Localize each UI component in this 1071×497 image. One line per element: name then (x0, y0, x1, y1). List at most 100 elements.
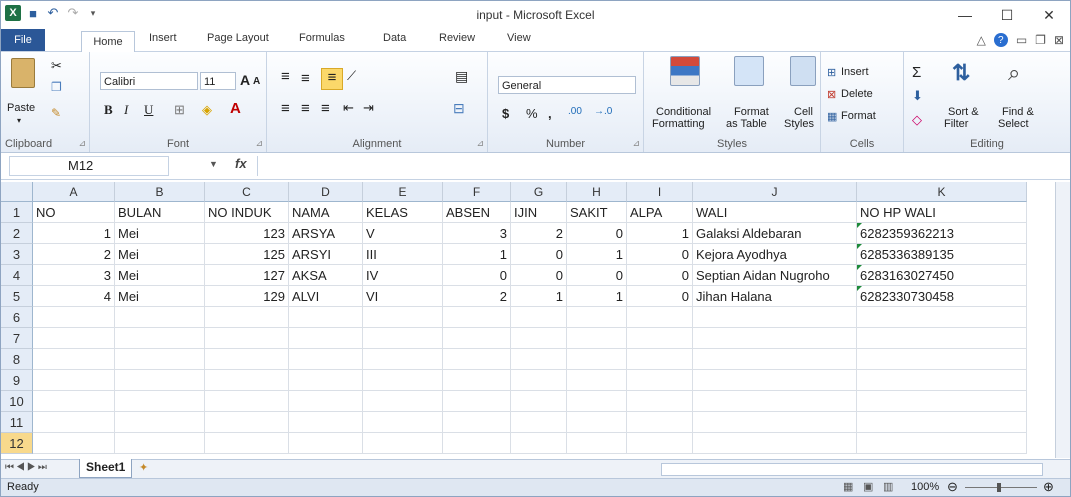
column-header-c[interactable]: C (205, 182, 289, 202)
zoom-in-icon[interactable]: ⊕ (1043, 479, 1054, 495)
font-color-icon[interactable]: A (230, 100, 241, 117)
cell-c7[interactable] (205, 328, 289, 349)
cell-d6[interactable] (289, 307, 363, 328)
cell-f4[interactable]: 0 (443, 265, 511, 286)
cell-e12[interactable] (363, 433, 443, 454)
horizontal-scrollbar[interactable] (661, 463, 1043, 476)
cell-i12[interactable] (627, 433, 693, 454)
cell-g2[interactable]: 2 (511, 223, 567, 244)
tab-file[interactable]: File (1, 29, 45, 51)
insert-cells-button[interactable]: Insert (841, 66, 869, 78)
cell-j4[interactable]: Septian Aidan Nugroho (693, 265, 857, 286)
autosum-icon[interactable]: Σ (912, 64, 921, 81)
zoom-slider-thumb[interactable] (997, 483, 1001, 492)
paste-icon[interactable] (11, 58, 35, 88)
tab-review[interactable]: Review (439, 32, 475, 44)
cell-k12[interactable] (857, 433, 1027, 454)
decrease-decimal-icon[interactable]: →.0 (594, 106, 612, 117)
shrink-font-button[interactable]: A (253, 76, 260, 87)
cell-g10[interactable] (511, 391, 567, 412)
cell-f12[interactable] (443, 433, 511, 454)
sheet-tab-sheet1[interactable]: Sheet1 (79, 459, 133, 478)
cell-d12[interactable] (289, 433, 363, 454)
page-break-view-icon[interactable]: ▥ (883, 480, 893, 493)
cell-j10[interactable] (693, 391, 857, 412)
column-header-j[interactable]: J (693, 182, 857, 202)
align-right-icon[interactable]: ≡ (321, 100, 330, 117)
find-select-button-2[interactable]: Select (998, 118, 1029, 130)
cell-h10[interactable] (567, 391, 627, 412)
insert-function-button[interactable]: fx (235, 156, 247, 171)
fill-icon[interactable]: ⬇ (912, 88, 923, 104)
tab-page-layout[interactable]: Page Layout (207, 32, 269, 44)
alignment-launcher-icon[interactable]: ⊿ (476, 138, 484, 149)
cell-g6[interactable] (511, 307, 567, 328)
cell-e8[interactable] (363, 349, 443, 370)
grow-font-button[interactable]: A (240, 72, 250, 88)
cell-c6[interactable] (205, 307, 289, 328)
cell-e9[interactable] (363, 370, 443, 391)
cell-h9[interactable] (567, 370, 627, 391)
cell-f8[interactable] (443, 349, 511, 370)
tab-view[interactable]: View (507, 32, 531, 44)
column-header-k[interactable]: K (857, 182, 1027, 202)
cell-c11[interactable] (205, 412, 289, 433)
help-icon[interactable]: ? (993, 33, 1008, 47)
comma-button[interactable]: , (548, 106, 552, 121)
worksheet-grid[interactable]: A B C D E F G H I J K 1 NO BULAN NO INDUK NAMA KELAS ABSE… (1, 182, 1056, 458)
select-all-corner[interactable] (1, 182, 33, 202)
cell-g3[interactable]: 0 (511, 244, 567, 265)
insert-sheet-icon[interactable]: ✦ (139, 461, 148, 474)
cell-a6[interactable] (33, 307, 115, 328)
cell-i9[interactable] (627, 370, 693, 391)
cell-f11[interactable] (443, 412, 511, 433)
cell-e3[interactable]: III (363, 244, 443, 265)
clear-icon[interactable]: ◇ (912, 112, 922, 128)
cell-e6[interactable] (363, 307, 443, 328)
cell-b6[interactable] (115, 307, 205, 328)
decrease-indent-icon[interactable]: ⇤ (343, 100, 354, 116)
find-select-icon[interactable]: ⌕ (1008, 60, 1020, 86)
cell-d10[interactable] (289, 391, 363, 412)
sort-filter-button-2[interactable]: Filter (944, 118, 968, 130)
cell-e1[interactable]: KELAS (363, 202, 443, 223)
cell-c2[interactable]: 123 (205, 223, 289, 244)
paste-button[interactable]: Paste (7, 102, 35, 114)
column-header-i[interactable]: I (627, 182, 693, 202)
cell-d3[interactable]: ARSYI (289, 244, 363, 265)
cell-k3[interactable]: 6285336389135 (857, 244, 1027, 265)
cell-a11[interactable] (33, 412, 115, 433)
cell-c4[interactable]: 127 (205, 265, 289, 286)
name-box[interactable]: M12 (9, 156, 169, 176)
cell-h1[interactable]: SAKIT (567, 202, 627, 223)
font-launcher-icon[interactable]: ⊿ (255, 138, 263, 149)
cell-i5[interactable]: 0 (627, 286, 693, 307)
cell-i11[interactable] (627, 412, 693, 433)
row-header-2[interactable]: 2 (1, 223, 33, 244)
row-header-3[interactable]: 3 (1, 244, 33, 265)
cell-i8[interactable] (627, 349, 693, 370)
formula-input[interactable] (257, 156, 1062, 176)
cell-a9[interactable] (33, 370, 115, 391)
row-header-11[interactable]: 11 (1, 412, 33, 433)
increase-indent-icon[interactable]: ⇥ (363, 100, 374, 116)
font-name-combo[interactable]: Calibri (100, 72, 198, 90)
cell-d1[interactable]: NAMA (289, 202, 363, 223)
cell-g12[interactable] (511, 433, 567, 454)
row-header-1[interactable]: 1 (1, 202, 33, 223)
cell-b7[interactable] (115, 328, 205, 349)
cell-d5[interactable]: ALVI (289, 286, 363, 307)
row-header-8[interactable]: 8 (1, 349, 33, 370)
cell-b11[interactable] (115, 412, 205, 433)
orientation-icon[interactable]: ⟋ (347, 68, 356, 84)
tab-formulas[interactable]: Formulas (299, 32, 345, 44)
number-launcher-icon[interactable]: ⊿ (632, 138, 640, 149)
column-header-b[interactable]: B (115, 182, 205, 202)
cell-k2[interactable]: 6282359362213 (857, 223, 1027, 244)
cell-i10[interactable] (627, 391, 693, 412)
cell-e7[interactable] (363, 328, 443, 349)
cell-i3[interactable]: 0 (627, 244, 693, 265)
cell-c10[interactable] (205, 391, 289, 412)
cell-h11[interactable] (567, 412, 627, 433)
cell-a3[interactable]: 2 (33, 244, 115, 265)
